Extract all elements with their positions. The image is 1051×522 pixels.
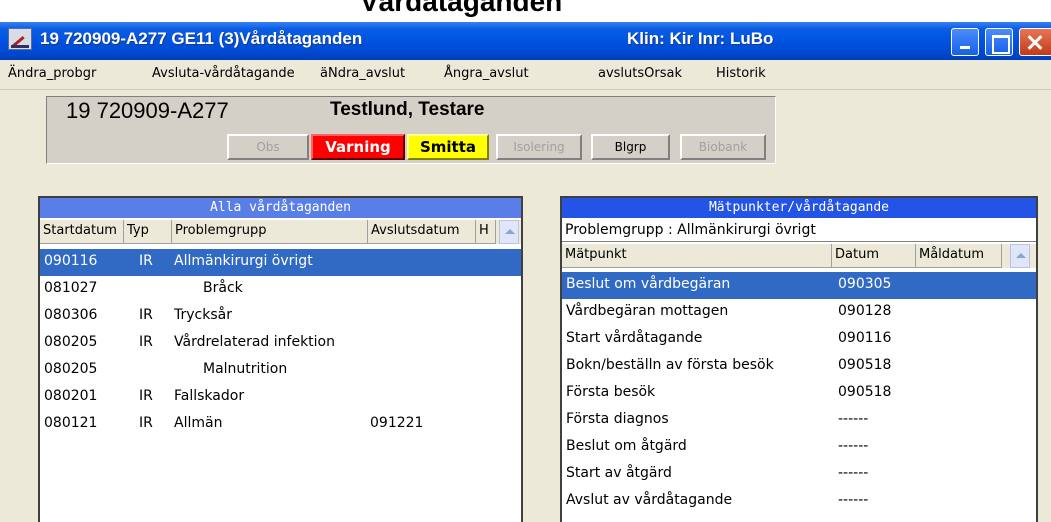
cell-problemgrupp: Allmänkirurgi övrigt: [174, 253, 313, 269]
cell-problemgrupp: Malnutrition: [203, 361, 288, 377]
measurement-points-pane: Mätpunkter/vårdåtagande Problemgrupp : A…: [560, 196, 1038, 522]
cell-startdatum: 090116: [44, 253, 98, 269]
right-table-header: Mätpunkt Datum Måldatum: [562, 244, 1036, 268]
pane-title-matpunkter: Mätpunkter/vårdåtagande: [562, 198, 1036, 218]
cell-datum: 090518: [838, 384, 892, 400]
col-header-problemgrupp[interactable]: Problemgrupp: [172, 220, 368, 244]
table-row[interactable]: Start vårdåtagande 090116: [562, 326, 1036, 353]
cell-datum: 090305: [838, 276, 892, 292]
patient-name: Testlund, Testare: [330, 99, 485, 120]
table-row[interactable]: 081027 Bråck: [40, 276, 521, 303]
cell-matpunkt: Första besök: [566, 384, 656, 400]
patient-id: 19 720909-A277: [66, 98, 229, 123]
smitta-button[interactable]: Smitta: [407, 134, 489, 160]
minimize-button[interactable]: [951, 28, 979, 56]
maximize-button[interactable]: [985, 28, 1013, 56]
cell-datum: ------: [838, 492, 869, 508]
menu-angra-avslut[interactable]: Ångra_avslut: [444, 66, 529, 81]
cell-matpunkt: Beslut om vårdbegäran: [566, 276, 731, 292]
cell-problemgrupp: Vårdrelaterad infektion: [174, 334, 335, 350]
col-header-matpunkt[interactable]: Mätpunkt: [562, 244, 832, 268]
table-row[interactable]: Första besök 090518: [562, 380, 1036, 407]
window-title-clinic: Klin: Kir Inr: LuBo: [627, 29, 774, 48]
obs-button[interactable]: Obs: [227, 134, 309, 160]
table-row[interactable]: 080205 IR Vårdrelaterad infektion: [40, 330, 521, 357]
table-row[interactable]: Beslut om åtgärd ------: [562, 434, 1036, 461]
cell-matpunkt: Vårdbegäran mottagen: [566, 303, 729, 319]
cell-matpunkt: Start av åtgärd: [566, 465, 672, 481]
window-title: 19 720909-A277 GE11 (3)Vårdåtaganden: [40, 29, 363, 48]
cell-typ: IR: [139, 307, 153, 323]
cell-problemgrupp: Bråck: [203, 280, 243, 296]
table-row[interactable]: 080205 Malnutrition: [40, 357, 521, 384]
cell-startdatum: 080201: [44, 388, 98, 404]
biobank-button[interactable]: Biobank: [680, 134, 766, 160]
cell-typ: IR: [139, 388, 153, 404]
col-header-avslutsdatum[interactable]: Avslutsdatum: [368, 220, 476, 244]
cell-matpunkt: Bokn/beställn av första besök: [566, 357, 774, 373]
cell-typ: IR: [139, 334, 153, 350]
menu-avsluta-vardatagande[interactable]: Avsluta-vårdåtagande: [152, 66, 295, 81]
top-caption-text: Vårdataganden: [360, 0, 563, 17]
table-row[interactable]: 080121 IR Allmän 091221: [40, 411, 521, 438]
cell-startdatum: 080205: [44, 361, 98, 377]
menu-historik[interactable]: Historik: [716, 66, 766, 81]
cell-datum: ------: [838, 438, 869, 454]
table-row[interactable]: Första diagnos ------: [562, 407, 1036, 434]
menu-bar: Ändra_probgr Avsluta-vårdåtagande äNdra_…: [0, 60, 1051, 90]
cell-matpunkt: Beslut om åtgärd: [566, 438, 687, 454]
cell-avslutsdatum: 091221: [370, 415, 424, 431]
table-row[interactable]: Bokn/beställn av första besök 090518: [562, 353, 1036, 380]
cell-typ: IR: [139, 253, 153, 269]
cell-datum: 090518: [838, 357, 892, 373]
table-row[interactable]: 080201 IR Fallskador: [40, 384, 521, 411]
col-header-startdatum[interactable]: Startdatum: [40, 220, 124, 244]
blgrp-button[interactable]: Blgrp: [591, 134, 670, 160]
cell-datum: ------: [838, 465, 869, 481]
col-header-h[interactable]: H: [476, 220, 496, 244]
cell-startdatum: 080121: [44, 415, 98, 431]
cell-datum: ------: [838, 411, 869, 427]
table-row[interactable]: Avslut av vårdåtagande ------: [562, 488, 1036, 515]
cell-datum: 090128: [838, 303, 892, 319]
cell-matpunkt: Första diagnos: [566, 411, 669, 427]
cell-problemgrupp: Allmän: [174, 415, 223, 431]
app-pen-icon[interactable]: [8, 28, 32, 50]
table-row[interactable]: Start av åtgärd ------: [562, 461, 1036, 488]
cell-problemgrupp: Trycksår: [174, 307, 232, 323]
table-row[interactable]: Beslut om vårdbegäran 090305: [562, 272, 1036, 299]
col-header-maldatum[interactable]: Måldatum: [916, 244, 1002, 268]
cell-matpunkt: Start vårdåtagande: [566, 330, 703, 346]
table-row[interactable]: Vårdbegäran mottagen 090128: [562, 299, 1036, 326]
scroll-up-icon[interactable]: [499, 220, 519, 244]
cell-startdatum: 081027: [44, 280, 98, 296]
left-table-header: Startdatum Typ Problemgrupp Avslutsdatum…: [40, 220, 521, 244]
top-caption-strip: Vårdataganden: [0, 0, 1051, 22]
menu-andra-probgr[interactable]: Ändra_probgr: [8, 66, 96, 81]
table-row[interactable]: 080306 IR Trycksår: [40, 303, 521, 330]
col-header-datum[interactable]: Datum: [832, 244, 916, 268]
problemgrupp-line: Problemgrupp : Allmänkirurgi övrigt: [562, 220, 1036, 242]
cell-startdatum: 080205: [44, 334, 98, 350]
cell-problemgrupp: Fallskador: [174, 388, 245, 404]
close-button[interactable]: [1019, 28, 1051, 56]
cell-datum: 090116: [838, 330, 892, 346]
scroll-up-icon[interactable]: [1010, 244, 1030, 268]
window-titlebar[interactable]: 19 720909-A277 GE11 (3)Vårdåtaganden Kli…: [0, 22, 1051, 60]
cell-startdatum: 080306: [44, 307, 98, 323]
all-care-commitments-pane: Alla vårdåtaganden Startdatum Typ Proble…: [38, 196, 523, 522]
pane-title-all: Alla vårdåtaganden: [40, 198, 521, 218]
isolering-button[interactable]: Isolering: [496, 134, 582, 160]
cell-matpunkt: Avslut av vårdåtagande: [566, 492, 733, 508]
menu-avslutsorsak[interactable]: avslutsOrsak: [598, 66, 682, 81]
col-header-typ[interactable]: Typ: [124, 220, 172, 244]
varning-button[interactable]: Varning: [311, 134, 405, 160]
table-row[interactable]: 090116 IR Allmänkirurgi övrigt: [40, 249, 521, 276]
cell-typ: IR: [139, 415, 153, 431]
menu-andra-avslut[interactable]: äNdra_avslut: [320, 66, 405, 81]
